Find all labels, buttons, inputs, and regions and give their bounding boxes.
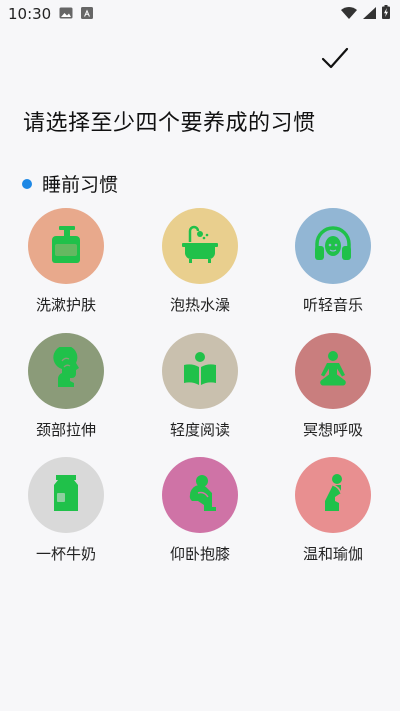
section-header: 睡前习惯 [22, 170, 118, 197]
habit-circle [295, 208, 371, 284]
section-title: 睡前习惯 [42, 174, 119, 196]
meditation-icon [311, 347, 355, 395]
habit-label: 一杯牛奶 [35, 545, 96, 563]
wifi-icon [341, 5, 357, 23]
headphones-icon [311, 222, 355, 270]
habit-item-light-music[interactable]: 听轻音乐 [278, 208, 388, 315]
app-notification-icon [81, 5, 94, 23]
lotion-bottle-icon [44, 222, 88, 270]
habit-item-wash-skincare[interactable]: 洗漱护肤 [11, 208, 121, 315]
section-bullet [22, 178, 32, 189]
habit-label: 洗漱护肤 [35, 296, 96, 314]
habit-item-neck-stretch[interactable]: 颈部拉伸 [11, 333, 121, 440]
habit-label: 听轻音乐 [302, 296, 363, 314]
habit-label: 轻度阅读 [169, 421, 230, 439]
habit-circle [162, 457, 238, 533]
habit-item-hot-bath[interactable]: 泡热水澡 [145, 208, 255, 315]
image-notification-icon [59, 5, 73, 23]
page-title: 请选择至少四个要养成的习惯 [23, 111, 316, 136]
hug-knees-icon [178, 471, 222, 519]
habit-item-hug-knees[interactable]: 仰卧抱膝 [145, 457, 255, 564]
habit-item-cup-of-milk[interactable]: 一杯牛奶 [11, 457, 121, 564]
habit-circle [162, 333, 238, 409]
top-bar [0, 28, 400, 88]
battery-charging-icon [382, 5, 390, 23]
habit-circle [28, 208, 104, 284]
book-icon [178, 347, 222, 395]
habit-label: 颈部拉伸 [35, 421, 96, 439]
habit-item-light-reading[interactable]: 轻度阅读 [145, 333, 255, 440]
habit-circle [295, 333, 371, 409]
habit-label: 温和瑜伽 [302, 545, 363, 563]
habit-item-gentle-yoga[interactable]: 温和瑜伽 [278, 457, 388, 564]
status-bar: 10:30 [0, 0, 400, 28]
confirm-button[interactable] [318, 44, 352, 78]
habit-circle [295, 457, 371, 533]
bathtub-icon [178, 222, 222, 270]
habit-label: 仰卧抱膝 [169, 545, 230, 563]
yoga-icon [311, 471, 355, 519]
signal-icon [363, 5, 376, 23]
milk-carton-icon [44, 471, 88, 519]
habit-item-meditation-breathing[interactable]: 冥想呼吸 [278, 333, 388, 440]
habit-circle [28, 333, 104, 409]
status-time: 10:30 [8, 5, 52, 23]
neck-stretch-icon [44, 345, 88, 395]
habit-label: 冥想呼吸 [302, 421, 363, 439]
habit-circle [28, 457, 104, 533]
habit-label: 泡热水澡 [169, 296, 230, 314]
checkmark-icon [321, 47, 349, 75]
habit-circle [162, 208, 238, 284]
